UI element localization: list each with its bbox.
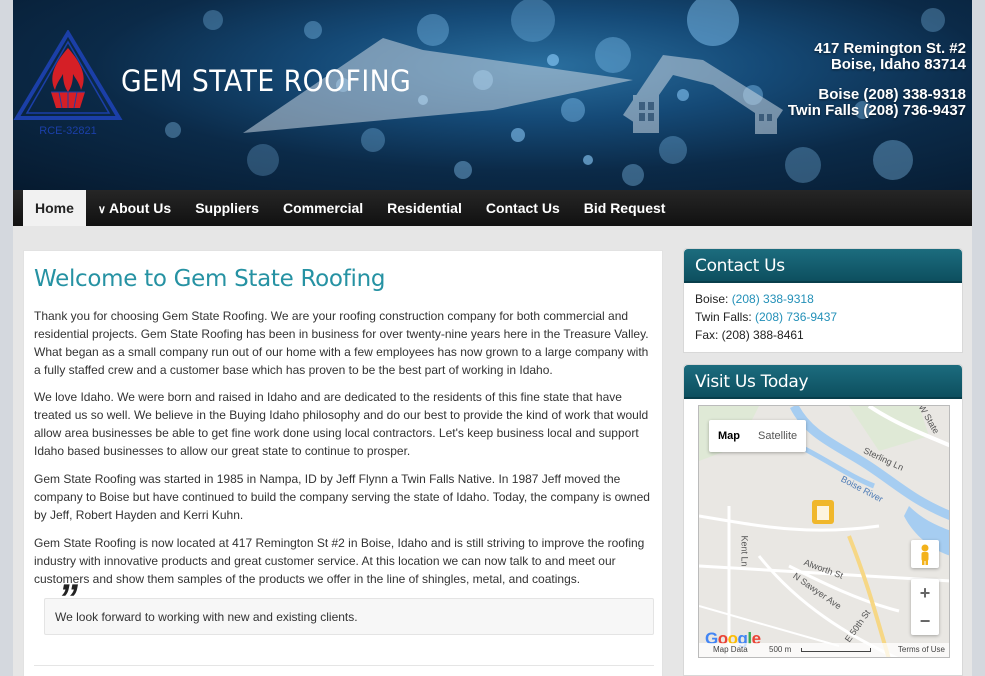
header-phones: Boise (208) 338-9318 Twin Falls (208) 73… [788, 87, 966, 119]
google-map[interactable]: W State Sterling Ln Boise River Kent Ln … [698, 405, 950, 658]
site-header: RCE-32821 GEM STATE ROOFING 417 Remingto… [13, 0, 972, 190]
idaho-paragraph: We love Idaho. We were born and raised i… [34, 390, 649, 458]
phone-twin-falls[interactable]: Twin Falls (208) 736-9437 [788, 103, 966, 119]
svg-text:RCE-32821: RCE-32821 [39, 125, 96, 137]
map-data-link[interactable]: Map Data [713, 643, 748, 657]
contact-panel-body: Boise: (208) 338-9318 Twin Falls: (208) … [684, 283, 962, 351]
page-edge-right [972, 0, 985, 676]
nav-bid-label: Bid Request [583, 200, 666, 216]
pegman-icon [921, 544, 929, 565]
map-tab-satellite[interactable]: Satellite [749, 420, 806, 452]
nav-commercial-label: Commercial [282, 200, 364, 216]
nav-suppliers-label: Suppliers [195, 200, 259, 216]
company-logo[interactable]: RCE-32821 [13, 29, 123, 138]
history-paragraph: Gem State Roofing was started in 1985 in… [34, 472, 650, 522]
contact-boise-row: Boise: (208) 338-9318 [695, 290, 951, 308]
map-terms-link[interactable]: Terms of Use [898, 643, 945, 657]
contact-panel: Contact Us Boise: (208) 338-9318 Twin Fa… [683, 248, 963, 353]
nav-contact-us[interactable]: Contact Us [474, 190, 572, 226]
street-view-pegman-icon[interactable] [911, 540, 939, 568]
page: RCE-32821 GEM STATE ROOFING 417 Remingto… [0, 0, 985, 676]
nav-contact-label: Contact Us [485, 200, 560, 216]
zoom-out-button[interactable]: − [911, 607, 939, 635]
contact-fax: Fax: (208) 388-8461 [695, 328, 804, 342]
address-line-1: 417 Remington St. #2 [814, 40, 966, 57]
nav-about-label: About Us [108, 200, 172, 216]
page-edge-left [0, 0, 13, 676]
contact-twinfalls-phone-link[interactable]: (208) 736-9437 [755, 310, 837, 324]
intro-paragraph: Thank you for choosing Gem State Roofing… [34, 309, 649, 377]
main-nav: Home ∨ About Us Suppliers Commercial Resi… [13, 190, 972, 226]
map-scale-label[interactable]: 500 m [769, 643, 791, 657]
nav-commercial[interactable]: Commercial [271, 190, 375, 226]
nav-residential-label: Residential [387, 200, 462, 216]
phone-boise[interactable]: Boise (208) 338-9318 [788, 87, 966, 103]
zoom-in-button[interactable]: + [911, 579, 939, 607]
map-type-control: Map Satellite [709, 420, 807, 452]
map-tab-map[interactable]: Map [709, 420, 749, 452]
chevron-down-icon: ∨ [97, 204, 106, 216]
contact-boise-phone-link[interactable]: (208) 338-9318 [732, 292, 814, 306]
main-content: Welcome to Gem State Roofing Thank you f… [23, 250, 663, 676]
nav-suppliers[interactable]: Suppliers [183, 190, 271, 226]
map-label-kent: Kent Ln [739, 535, 750, 567]
contact-twinfalls-row: Twin Falls: (208) 736-9437 [695, 308, 951, 326]
map-scale-bar [801, 648, 871, 652]
visit-panel-title: Visit Us Today [684, 365, 962, 399]
contact-boise-label: Boise: [695, 292, 732, 306]
nav-bid-request[interactable]: Bid Request [572, 190, 678, 226]
contact-twinfalls-label: Twin Falls: [695, 310, 756, 324]
brand-name[interactable]: GEM STATE ROOFING [121, 64, 411, 98]
blockquote: We look forward to working with new and … [44, 598, 654, 635]
nav-residential[interactable]: Residential [375, 190, 474, 226]
map-zoom-control: + − [911, 579, 939, 635]
nav-home-label: Home [35, 200, 74, 216]
location-paragraph: Gem State Roofing is now located at 417 … [34, 536, 645, 586]
map-footer: Map Data 500 m Terms of Use [699, 643, 949, 657]
content-divider [34, 665, 654, 666]
nav-home[interactable]: Home [23, 190, 86, 226]
page-title: Welcome to Gem State Roofing [34, 266, 386, 292]
visit-panel: Visit Us Today W State Sterling Ln Boise… [683, 364, 963, 676]
contact-panel-title: Contact Us [684, 249, 962, 283]
address-line-2: Boise, Idaho 83714 [830, 56, 966, 73]
gem-logo-icon: RCE-32821 [13, 29, 123, 137]
header-address: 417 Remington St. #2 Boise, Idaho 83714 [814, 41, 966, 73]
nav-about-us[interactable]: ∨ About Us [86, 190, 183, 226]
